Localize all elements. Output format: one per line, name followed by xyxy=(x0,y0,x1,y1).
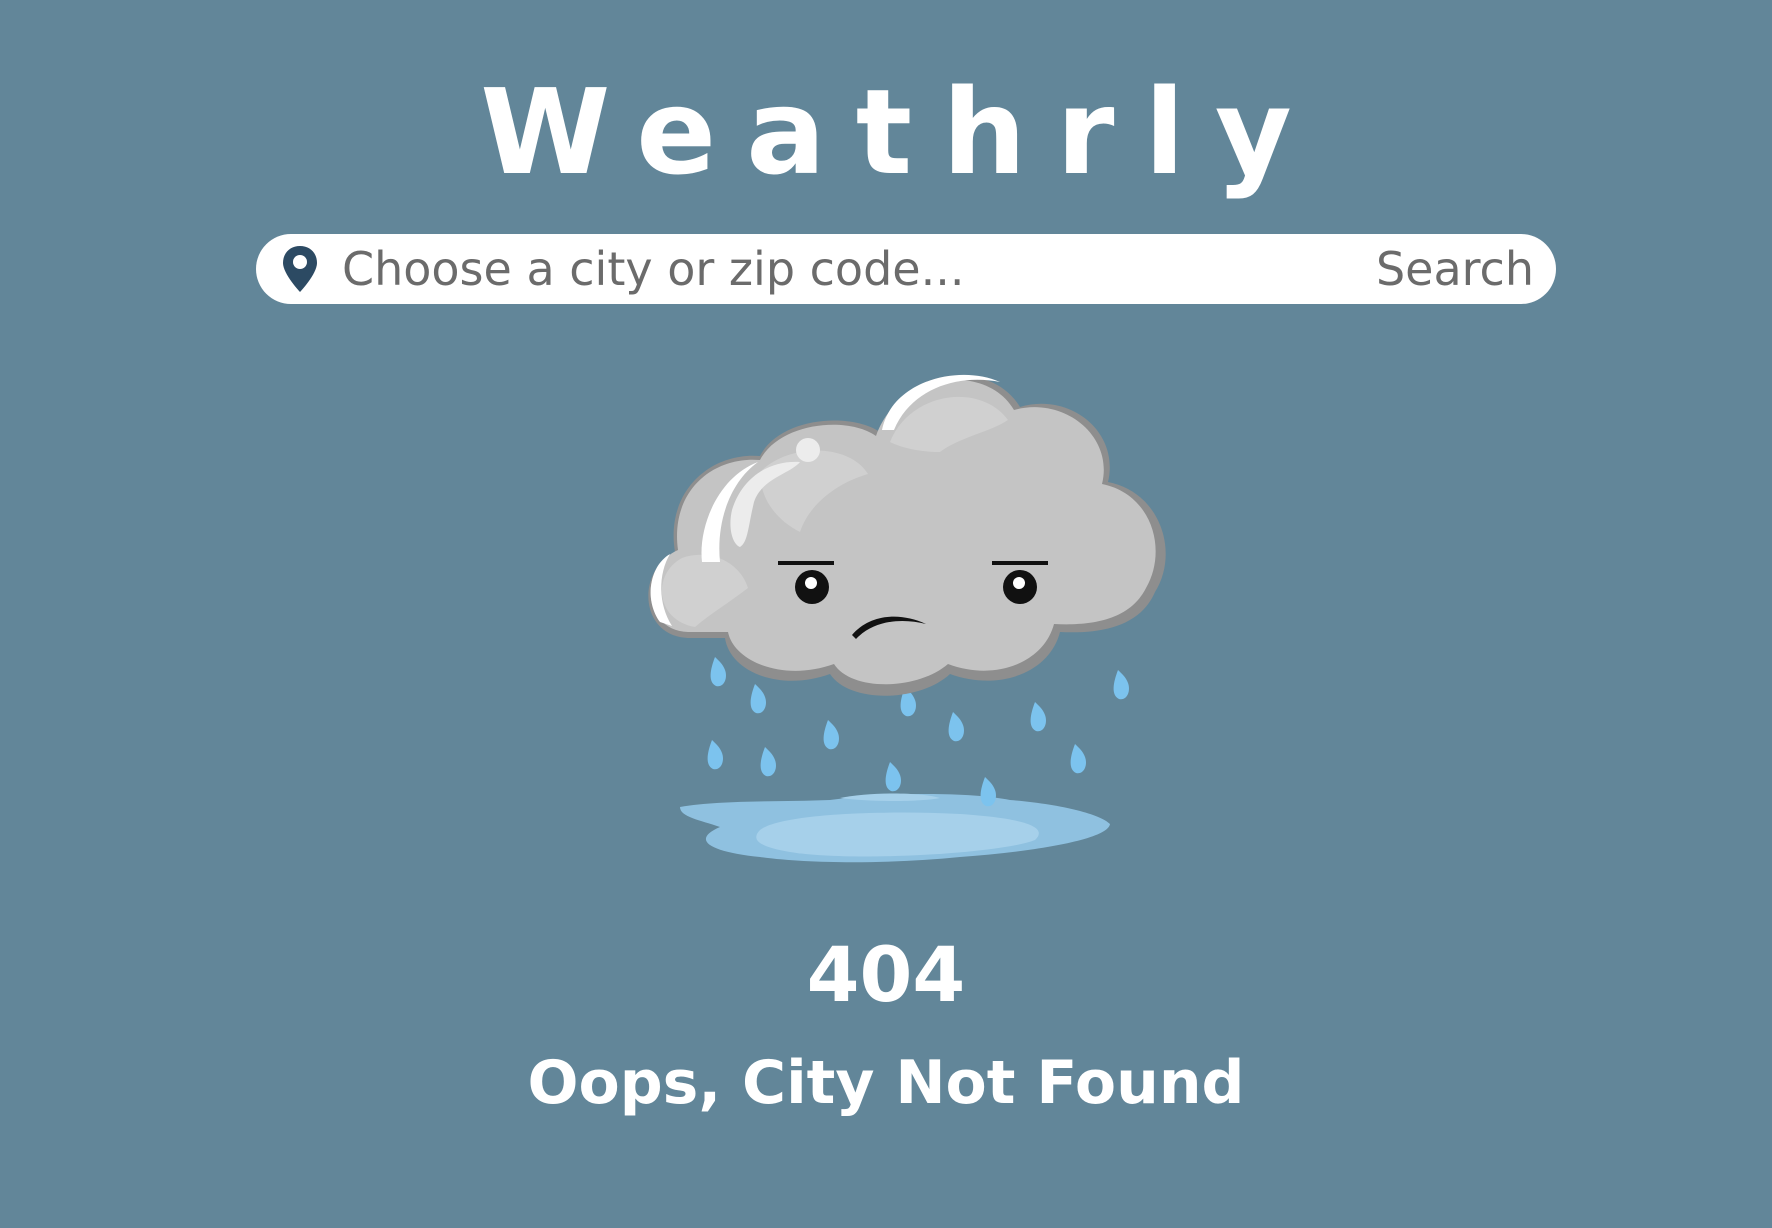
search-button[interactable]: Search xyxy=(1376,240,1534,298)
puddle-shape xyxy=(680,793,1110,863)
search-bar: Search xyxy=(256,234,1556,304)
map-pin-icon xyxy=(283,246,317,292)
search-input[interactable] xyxy=(342,240,1342,298)
error-message: Oops, City Not Found xyxy=(527,1048,1245,1118)
cloud-body xyxy=(648,374,1166,696)
error-page: Weathrly Search xyxy=(0,0,1772,1228)
sad-rain-cloud-icon xyxy=(648,374,1166,863)
app-logo: Weathrly xyxy=(480,63,1322,201)
error-code: 404 xyxy=(806,930,966,1019)
